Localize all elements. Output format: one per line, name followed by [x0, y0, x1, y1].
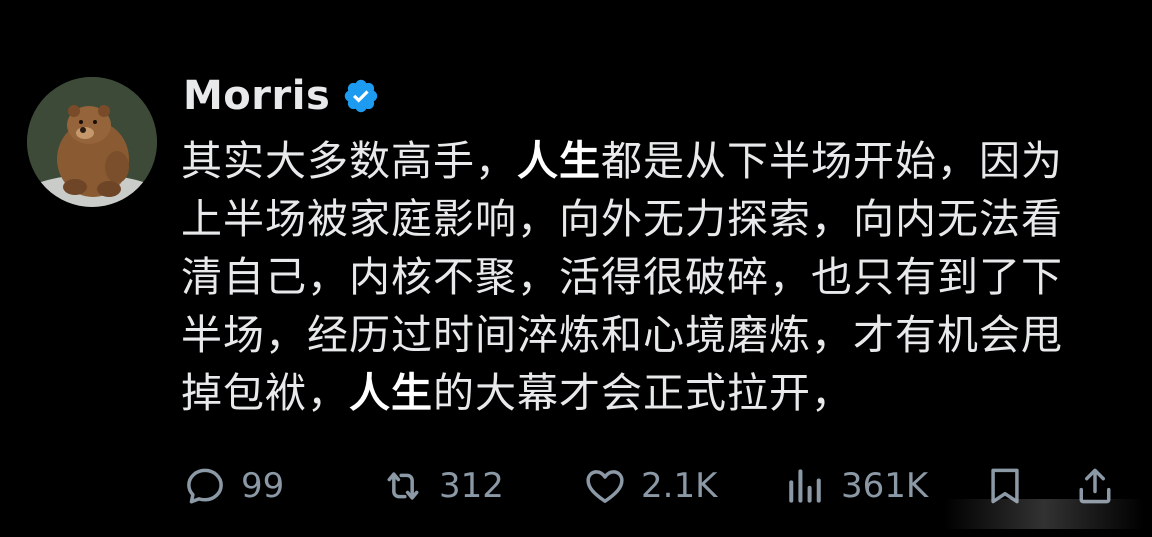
text-segment: 的大幕才会正式拉开，	[433, 369, 853, 417]
repost-button[interactable]: 312	[381, 458, 504, 514]
text-segment: 其实大多数高手，	[181, 137, 517, 185]
author-name[interactable]: Morris	[183, 73, 330, 119]
bold-text-segment: 人生	[517, 137, 601, 185]
like-count: 2.1K	[641, 466, 718, 506]
post-text-line: 上半场被家庭影响，向外无力探索，向内无法看	[181, 195, 1063, 243]
post-header: Morris	[183, 70, 380, 122]
author-avatar[interactable]	[27, 77, 157, 207]
reply-icon	[183, 464, 227, 508]
post-text-line: 半场，经历过时间淬炼和心境磨炼，才有机会甩	[181, 311, 1063, 359]
repost-count: 312	[439, 466, 504, 506]
like-button[interactable]: 2.1K	[583, 458, 717, 514]
reply-button[interactable]: 99	[183, 458, 284, 514]
text-segment: 都是从下半场开始，因为	[601, 137, 1063, 185]
bear-avatar-icon	[27, 77, 157, 207]
views-icon	[783, 464, 827, 508]
views-button[interactable]: 361K	[783, 458, 928, 514]
reply-count: 99	[241, 466, 285, 506]
repost-icon	[381, 464, 425, 508]
post-text-line: 其实大多数高手，人生都是从下半场开始，因为	[181, 132, 1121, 190]
post-text-line: 清自己，内核不聚，活得很破碎，也只有到了下	[181, 253, 1063, 301]
watermark	[944, 499, 1144, 529]
post-text: 其实大多数高手，人生都是从下半场开始，因为 上半场被家庭影响，向外无力探索，向内…	[181, 132, 1121, 422]
heart-icon	[583, 464, 627, 508]
post-text-line: 掉包袱，人生的大幕才会正式拉开，	[181, 364, 1121, 422]
views-count: 361K	[841, 466, 929, 506]
verified-badge-icon	[342, 77, 380, 115]
post-card: Morris 其实大多数高手，人生都是从下半场开始，因为 上半场被家庭影响，向外…	[0, 0, 1152, 537]
bold-text-segment: 人生	[349, 369, 433, 417]
text-segment: 掉包袱，	[181, 369, 349, 417]
